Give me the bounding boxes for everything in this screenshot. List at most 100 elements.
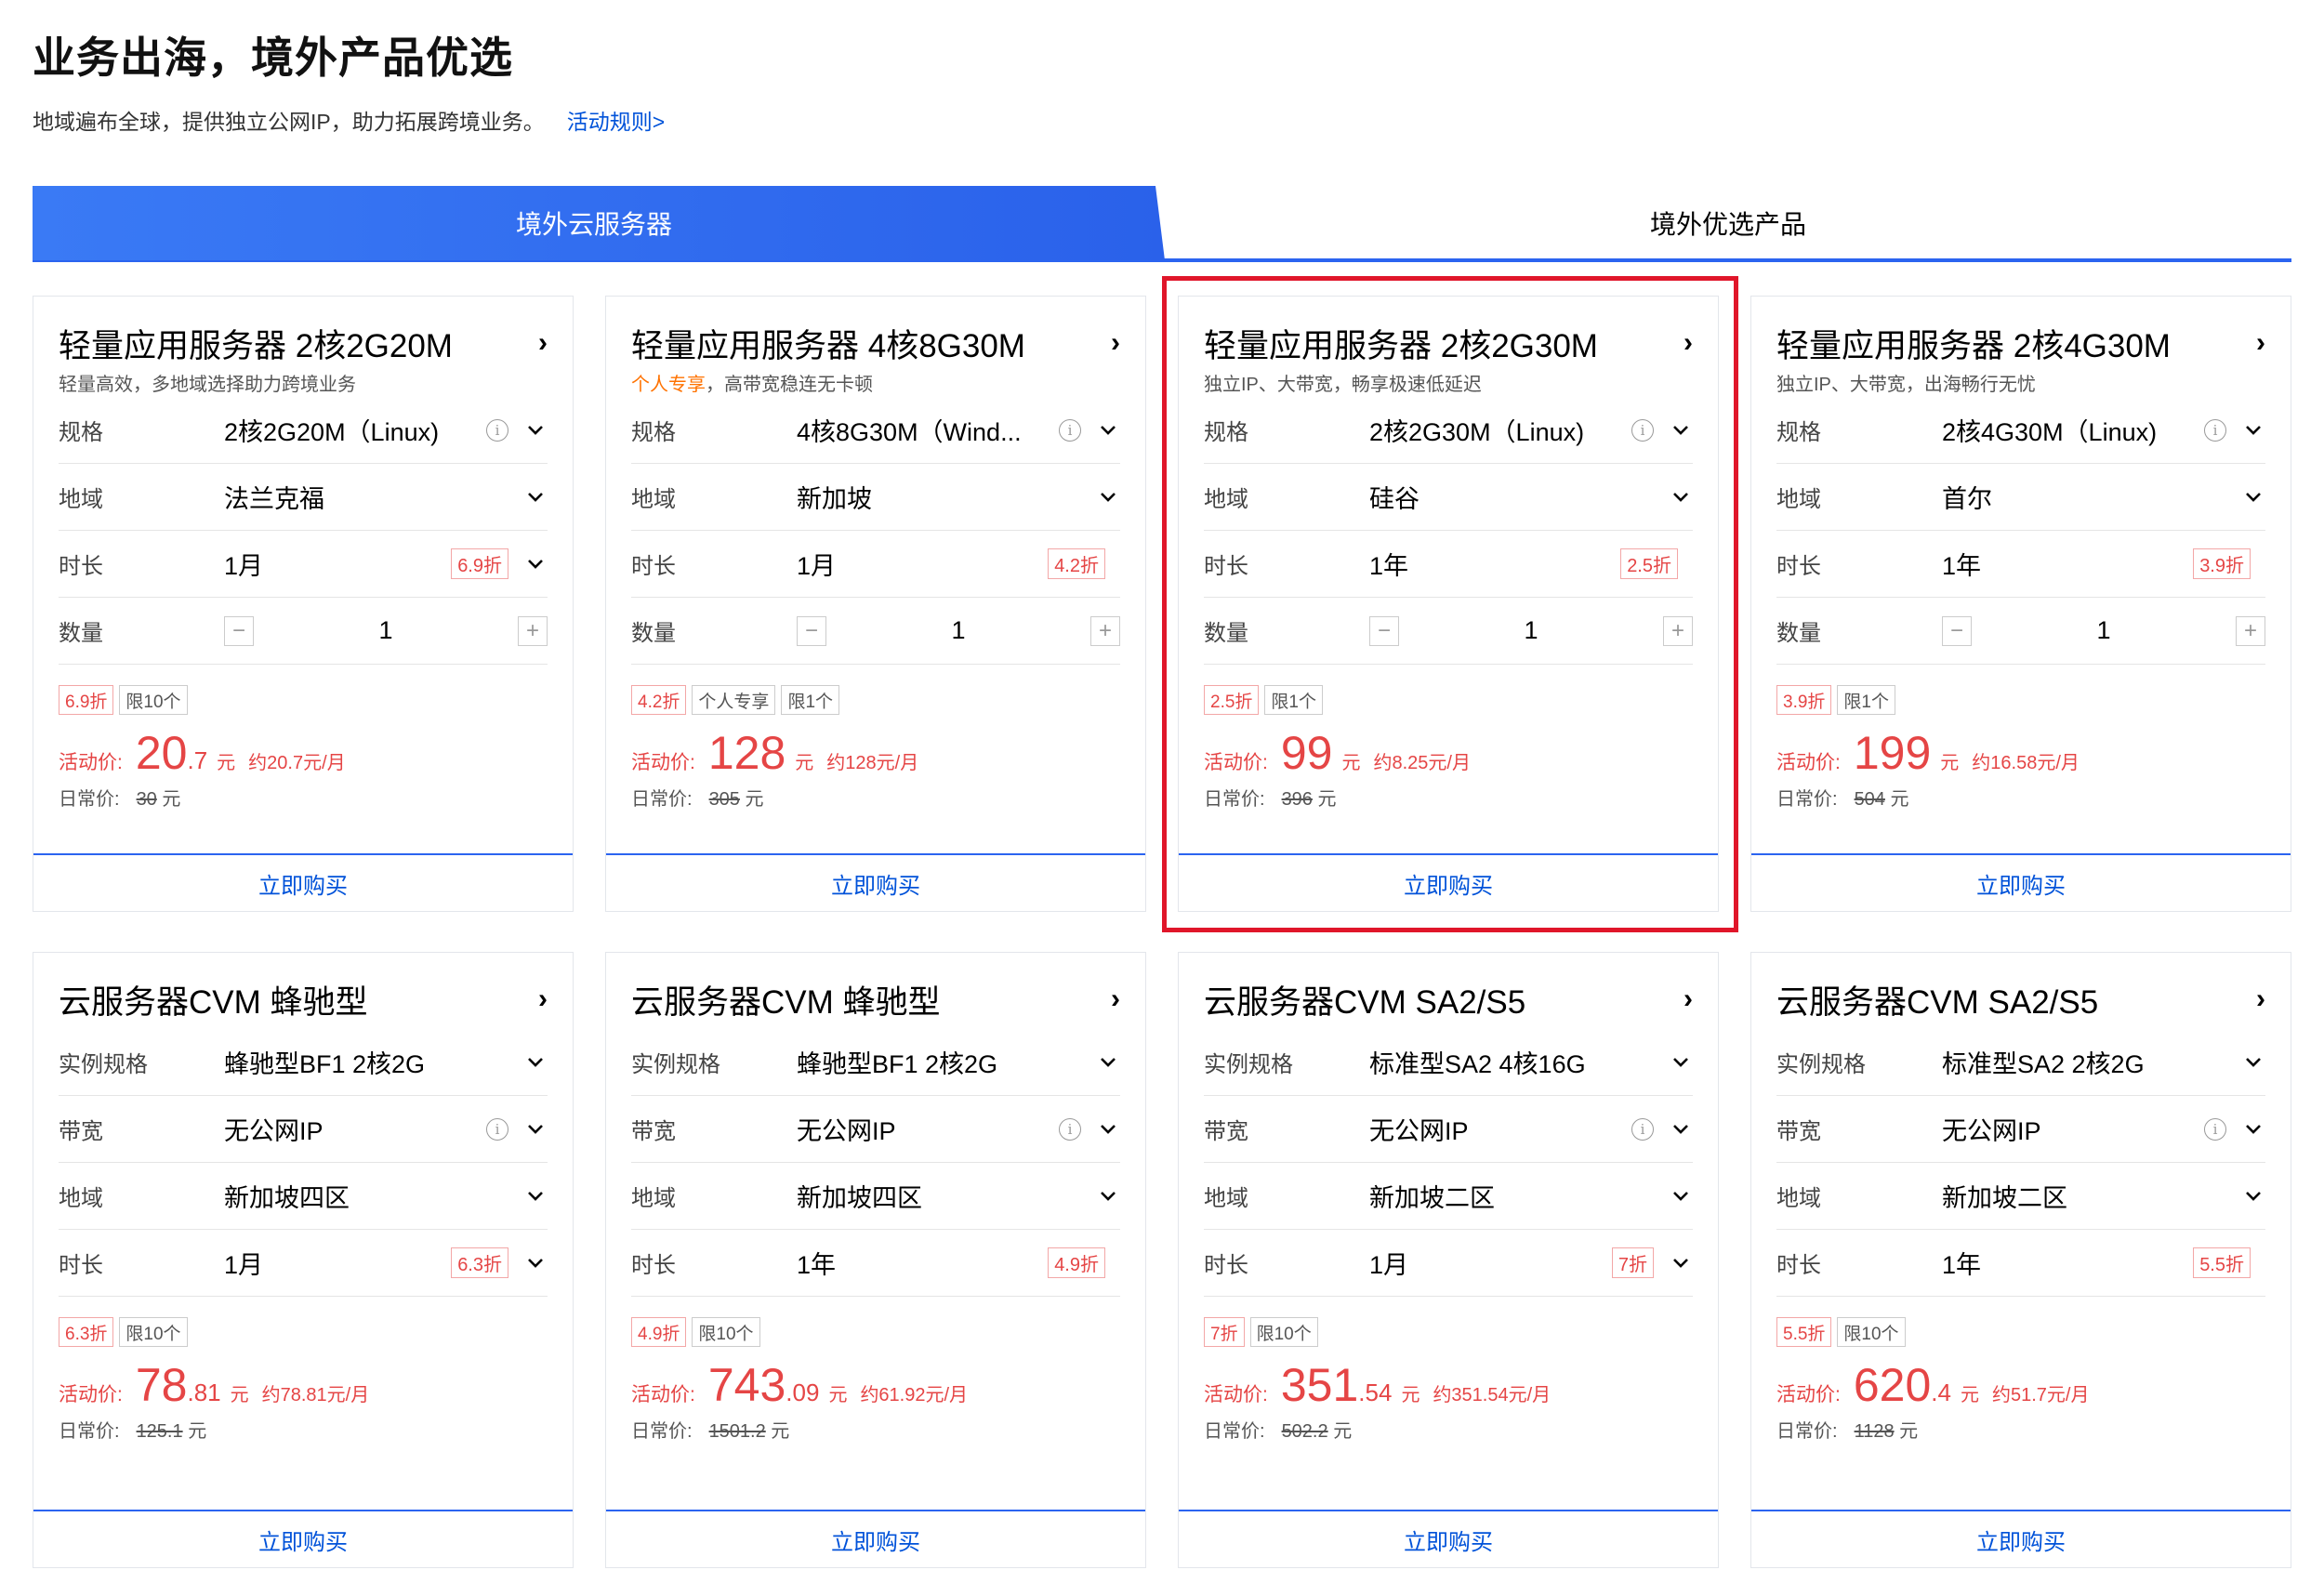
minus-button[interactable]: − [1369,615,1399,646]
card-title[interactable]: 轻量应用服务器 4核8G30M [631,320,1025,367]
option-row[interactable]: 带宽 无公网IP i [1204,1096,1693,1163]
option-value[interactable]: 无公网IP [797,1111,1059,1147]
option-value[interactable]: 新加坡二区 [1942,1178,2241,1214]
chevron-down-icon[interactable] [523,492,548,503]
tab-overseas-servers[interactable]: 境外云服务器 [33,186,1165,260]
card-header[interactable]: 轻量应用服务器 2核2G20M › [59,297,548,365]
option-row[interactable]: 时长 1年 4.9折 [631,1230,1120,1297]
option-value[interactable]: 标准型SA2 4核16G [1369,1044,1669,1080]
chevron-down-icon[interactable] [2241,1057,2265,1068]
option-row[interactable]: 时长 1年 5.5折 [1776,1230,2265,1297]
option-value[interactable]: 1年 [797,1245,1048,1281]
option-value[interactable]: 1年 [1942,1245,2193,1281]
chevron-down-icon[interactable] [1096,425,1120,436]
plus-button[interactable]: + [1663,615,1693,646]
chevron-down-icon[interactable] [2241,425,2265,436]
option-row[interactable]: 时长 1年 3.9折 [1776,531,2265,598]
buy-now-button[interactable]: 立即购买 [1751,1510,2291,1567]
info-icon[interactable]: i [2204,1117,2226,1141]
chevron-right-icon[interactable]: › [2256,327,2265,359]
chevron-down-icon[interactable] [1096,492,1120,503]
buy-now-button[interactable]: 立即购买 [33,853,573,911]
option-value[interactable]: 无公网IP [1369,1111,1631,1147]
option-row[interactable]: 时长 1月 7折 [1204,1230,1693,1297]
option-value[interactable]: 新加坡 [797,479,1096,515]
buy-now-button[interactable]: 立即购买 [606,1510,1145,1567]
option-value[interactable]: 1月 [224,546,451,582]
plus-button[interactable]: + [518,615,548,646]
card-title[interactable]: 云服务器CVM 蜂驰型 [631,976,941,1023]
chevron-down-icon[interactable] [2241,1191,2265,1202]
tab-overseas-products[interactable]: 境外优选产品 [1165,186,2291,260]
card-title[interactable]: 云服务器CVM 蜂驰型 [59,976,368,1023]
option-value[interactable]: 新加坡二区 [1369,1178,1669,1214]
option-value[interactable]: 4核8G30M（Wind... [797,412,1059,448]
chevron-right-icon[interactable]: › [538,327,548,359]
option-value[interactable]: 无公网IP [224,1111,486,1147]
card-title[interactable]: 云服务器CVM SA2/S5 [1776,976,2098,1023]
option-row[interactable]: 规格 2核4G30M（Linux) i [1776,397,2265,464]
info-icon[interactable]: i [486,418,508,442]
option-value[interactable]: 2核2G30M（Linux) [1369,412,1631,448]
option-row[interactable]: 地域 新加坡 [631,464,1120,531]
card-header[interactable]: 云服务器CVM SA2/S5 › [1776,953,2265,1022]
option-row[interactable]: 实例规格 标准型SA2 2核2G [1776,1029,2265,1096]
chevron-down-icon[interactable] [1096,1191,1120,1202]
chevron-down-icon[interactable] [523,1191,548,1202]
option-row[interactable]: 带宽 无公网IP i [59,1096,548,1163]
card-title[interactable]: 轻量应用服务器 2核4G30M [1776,320,2171,367]
chevron-right-icon[interactable]: › [1684,327,1693,359]
option-value[interactable]: 1月 [224,1245,451,1281]
option-row[interactable]: 地域 新加坡四区 [59,1163,548,1230]
quantity-input[interactable]: 1 [1399,616,1663,645]
option-row[interactable]: 规格 4核8G30M（Wind... i [631,397,1120,464]
quantity-input[interactable]: 1 [826,616,1090,645]
option-row[interactable]: 地域 法兰克福 [59,464,548,531]
plus-button[interactable]: + [1090,615,1120,646]
card-header[interactable]: 云服务器CVM 蜂驰型 › [631,953,1120,1022]
card-header[interactable]: 云服务器CVM 蜂驰型 › [59,953,548,1022]
plus-button[interactable]: + [2236,615,2265,646]
buy-now-button[interactable]: 立即购买 [1179,1510,1718,1567]
info-icon[interactable]: i [1631,418,1654,442]
info-icon[interactable]: i [1631,1117,1654,1141]
buy-now-button[interactable]: 立即购买 [1751,853,2291,911]
chevron-down-icon[interactable] [523,1124,548,1135]
option-value[interactable]: 1月 [797,546,1048,582]
chevron-down-icon[interactable] [1669,492,1693,503]
option-row[interactable]: 地域 首尔 [1776,464,2265,531]
chevron-down-icon[interactable] [1669,425,1693,436]
option-row[interactable]: 规格 2核2G30M（Linux) i [1204,397,1693,464]
option-row[interactable]: 实例规格 蜂驰型BF1 2核2G [59,1029,548,1096]
option-value[interactable]: 首尔 [1942,479,2241,515]
card-header[interactable]: 云服务器CVM SA2/S5 › [1204,953,1693,1022]
card-title[interactable]: 云服务器CVM SA2/S5 [1204,976,1525,1023]
chevron-down-icon[interactable] [523,425,548,436]
buy-now-button[interactable]: 立即购买 [33,1510,573,1567]
option-value[interactable]: 新加坡四区 [797,1178,1096,1214]
quantity-input[interactable]: 1 [1972,616,2236,645]
option-row[interactable]: 时长 1月 4.2折 [631,531,1120,598]
chevron-right-icon[interactable]: › [538,983,548,1015]
option-value[interactable]: 硅谷 [1369,479,1669,515]
option-value[interactable]: 1年 [1369,546,1620,582]
buy-now-button[interactable]: 立即购买 [1179,853,1718,911]
option-value[interactable]: 2核2G20M（Linux) [224,412,486,448]
option-value[interactable]: 2核4G30M（Linux) [1942,412,2204,448]
card-header[interactable]: 轻量应用服务器 2核2G30M › [1204,297,1693,365]
buy-now-button[interactable]: 立即购买 [606,853,1145,911]
option-value[interactable]: 标准型SA2 2核2G [1942,1044,2241,1080]
option-value[interactable]: 新加坡四区 [224,1178,523,1214]
minus-button[interactable]: − [1942,615,1972,646]
quantity-input[interactable]: 1 [254,616,518,645]
chevron-down-icon[interactable] [2241,1124,2265,1135]
option-row[interactable]: 地域 新加坡二区 [1204,1163,1693,1230]
card-header[interactable]: 轻量应用服务器 2核4G30M › [1776,297,2265,365]
rules-link[interactable]: 活动规则> [567,110,665,134]
option-row[interactable]: 带宽 无公网IP i [631,1096,1120,1163]
chevron-down-icon[interactable] [1096,1124,1120,1135]
option-row[interactable]: 时长 1月 6.3折 [59,1230,548,1297]
chevron-down-icon[interactable] [1669,1258,1693,1269]
option-row[interactable]: 规格 2核2G20M（Linux) i [59,397,548,464]
info-icon[interactable]: i [1059,418,1081,442]
